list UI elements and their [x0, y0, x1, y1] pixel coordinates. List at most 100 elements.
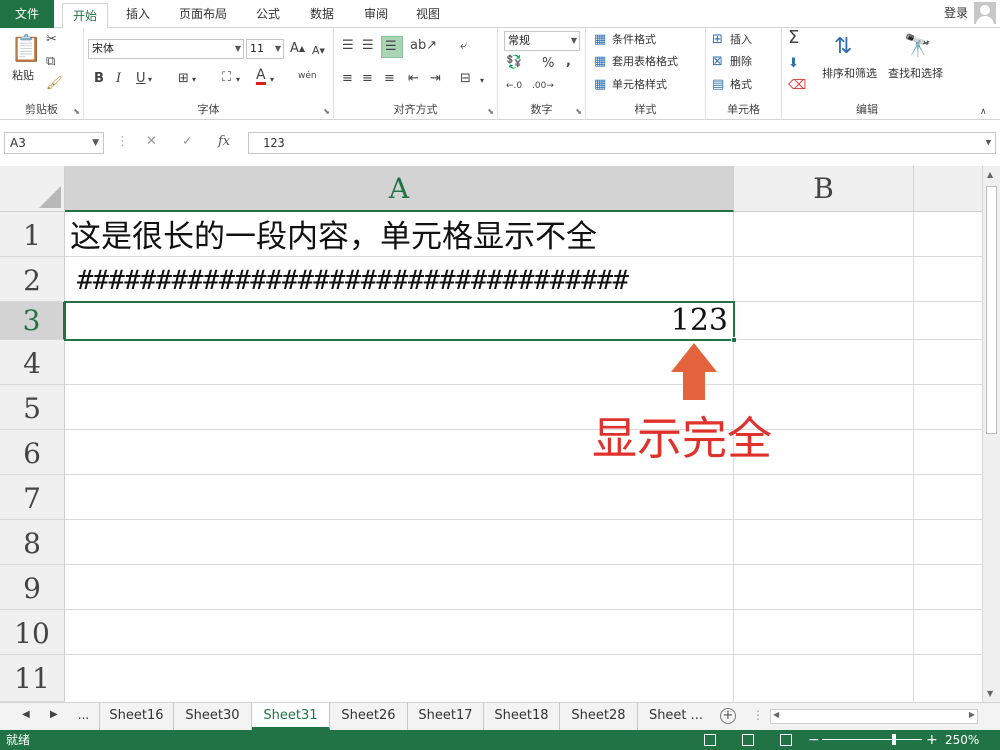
font-launcher-icon[interactable]: ⬊: [323, 107, 330, 116]
align-right-icon[interactable]: ≡: [384, 71, 395, 87]
name-box[interactable]: A3 ▼: [4, 132, 104, 154]
column-header-b[interactable]: B: [734, 166, 914, 212]
sheet-tab-sheet18[interactable]: Sheet18: [484, 703, 560, 730]
conditional-format-button[interactable]: 条件格式: [612, 32, 656, 48]
merge-center-icon[interactable]: ⊟: [460, 71, 471, 87]
collapse-ribbon-icon[interactable]: ∧: [980, 104, 987, 120]
tab-formulas[interactable]: 公式: [246, 0, 290, 28]
insert-cells-button[interactable]: 插入: [730, 32, 752, 48]
column-header-a[interactable]: A: [65, 166, 734, 212]
page-layout-view-icon[interactable]: [742, 734, 754, 746]
sheet-tab-sheet28[interactable]: Sheet28: [560, 703, 638, 730]
paste-icon[interactable]: 📋: [10, 34, 42, 64]
zoom-slider-thumb[interactable]: [892, 734, 896, 745]
scroll-right-icon[interactable]: ▶: [969, 710, 975, 719]
phonetic-icon[interactable]: wén: [298, 68, 317, 84]
fill-handle[interactable]: [731, 337, 737, 343]
fill-icon[interactable]: ⬇: [788, 56, 799, 72]
tab-view[interactable]: 视图: [406, 0, 450, 28]
clipboard-launcher-icon[interactable]: ⬊: [73, 107, 80, 116]
zoom-out-icon[interactable]: −: [808, 730, 820, 750]
chevron-down-icon[interactable]: ▾: [192, 72, 196, 88]
delete-cells-button[interactable]: 删除: [730, 54, 752, 70]
prev-sheet-icon[interactable]: ◀: [22, 709, 30, 720]
scroll-up-icon[interactable]: ▲: [987, 170, 993, 179]
normal-view-icon[interactable]: [704, 734, 716, 746]
login-link[interactable]: 登录: [944, 0, 968, 26]
format-painter-icon[interactable]: 🖌: [46, 76, 63, 92]
select-all-button[interactable]: [0, 166, 65, 212]
increase-decimal-icon[interactable]: ←.0: [506, 78, 522, 94]
page-break-view-icon[interactable]: [780, 734, 792, 746]
paste-button-label[interactable]: 粘贴: [12, 68, 34, 84]
row-header-10[interactable]: 10: [0, 610, 65, 655]
tab-file[interactable]: 文件: [0, 0, 54, 28]
tab-data[interactable]: 数据: [300, 0, 344, 28]
scroll-thumb[interactable]: [986, 186, 997, 434]
column-header-c[interactable]: [914, 166, 982, 212]
number-format-select[interactable]: 常规 ▼: [504, 31, 580, 51]
number-launcher-icon[interactable]: ⬊: [575, 107, 582, 116]
sort-filter-button[interactable]: 排序和筛选: [822, 66, 877, 82]
increase-indent-icon[interactable]: ⇥: [430, 71, 441, 87]
cell-a2[interactable]: ###################################: [77, 262, 731, 300]
tab-page-layout[interactable]: 页面布局: [170, 0, 236, 28]
row-header-7[interactable]: 7: [0, 475, 65, 520]
enter-icon[interactable]: ✓: [182, 134, 193, 149]
align-center-icon[interactable]: ≡: [362, 71, 373, 87]
sheet-tab-sheet26[interactable]: Sheet26: [330, 703, 408, 730]
vertical-scrollbar[interactable]: ▲ ▼: [982, 166, 1000, 702]
chevron-down-icon[interactable]: ▾: [480, 73, 484, 89]
align-middle-icon[interactable]: ☰: [362, 38, 374, 54]
add-sheet-button[interactable]: +: [720, 708, 736, 724]
bold-button[interactable]: B: [94, 71, 104, 87]
zoom-in-icon[interactable]: +: [926, 730, 938, 750]
alignment-launcher-icon[interactable]: ⬊: [487, 107, 494, 116]
align-left-icon[interactable]: ≡: [342, 71, 353, 87]
comma-button[interactable]: ,: [566, 54, 571, 70]
sheet-tab-more[interactable]: Sheet ...: [638, 703, 714, 730]
find-select-button[interactable]: 查找和选择: [888, 66, 943, 82]
sheet-tab-sheet17[interactable]: Sheet17: [408, 703, 484, 730]
chevron-down-icon[interactable]: ▾: [236, 72, 240, 88]
grow-font-icon[interactable]: A▲: [290, 41, 305, 57]
autosum-button[interactable]: Σ: [788, 29, 799, 47]
decrease-indent-icon[interactable]: ⇤: [408, 71, 419, 87]
tab-home[interactable]: 开始: [62, 3, 108, 29]
chevron-down-icon[interactable]: ▾: [270, 72, 274, 88]
wrap-text-icon[interactable]: ⤶: [460, 38, 467, 54]
split-handle-icon[interactable]: ⋮: [752, 708, 764, 722]
row-header-8[interactable]: 8: [0, 520, 65, 565]
orientation-icon[interactable]: ab↗: [410, 38, 437, 54]
decrease-decimal-icon[interactable]: .00→: [532, 78, 554, 94]
formula-input[interactable]: 123 ▼: [248, 132, 996, 154]
insert-function-button[interactable]: fx: [218, 134, 230, 149]
row-header-2[interactable]: 2: [0, 257, 65, 302]
align-top-icon[interactable]: ☰: [342, 38, 354, 54]
next-sheet-icon[interactable]: ▶: [50, 709, 58, 720]
row-header-11[interactable]: 11: [0, 655, 65, 702]
scroll-left-icon[interactable]: ◀: [773, 710, 779, 719]
fill-color-icon[interactable]: ⛶: [222, 70, 231, 86]
row-header-1[interactable]: 1: [0, 212, 65, 257]
font-size-select[interactable]: 11 ▼: [246, 39, 284, 59]
cut-icon[interactable]: ✂: [46, 32, 57, 48]
tab-review[interactable]: 审阅: [354, 0, 398, 28]
zoom-slider[interactable]: [822, 739, 922, 740]
underline-button[interactable]: U: [136, 71, 146, 87]
user-avatar-icon[interactable]: [974, 2, 996, 24]
row-header-5[interactable]: 5: [0, 385, 65, 430]
row-header-9[interactable]: 9: [0, 565, 65, 610]
row-header-3[interactable]: 3: [0, 302, 65, 340]
row-header-4[interactable]: 4: [0, 340, 65, 385]
copy-icon[interactable]: ⧉: [46, 54, 55, 70]
format-as-table-button[interactable]: 套用表格格式: [612, 54, 678, 70]
italic-button[interactable]: I: [116, 71, 121, 87]
percent-button[interactable]: %: [542, 56, 554, 72]
cancel-icon[interactable]: ✕: [146, 134, 157, 149]
clear-icon[interactable]: ⌫: [788, 78, 806, 94]
sheet-tab-sheet16[interactable]: Sheet16: [100, 703, 174, 730]
row-header-6[interactable]: 6: [0, 430, 65, 475]
cell-styles-button[interactable]: 单元格样式: [612, 77, 667, 93]
sheet-tab-sheet30[interactable]: Sheet30: [174, 703, 252, 730]
